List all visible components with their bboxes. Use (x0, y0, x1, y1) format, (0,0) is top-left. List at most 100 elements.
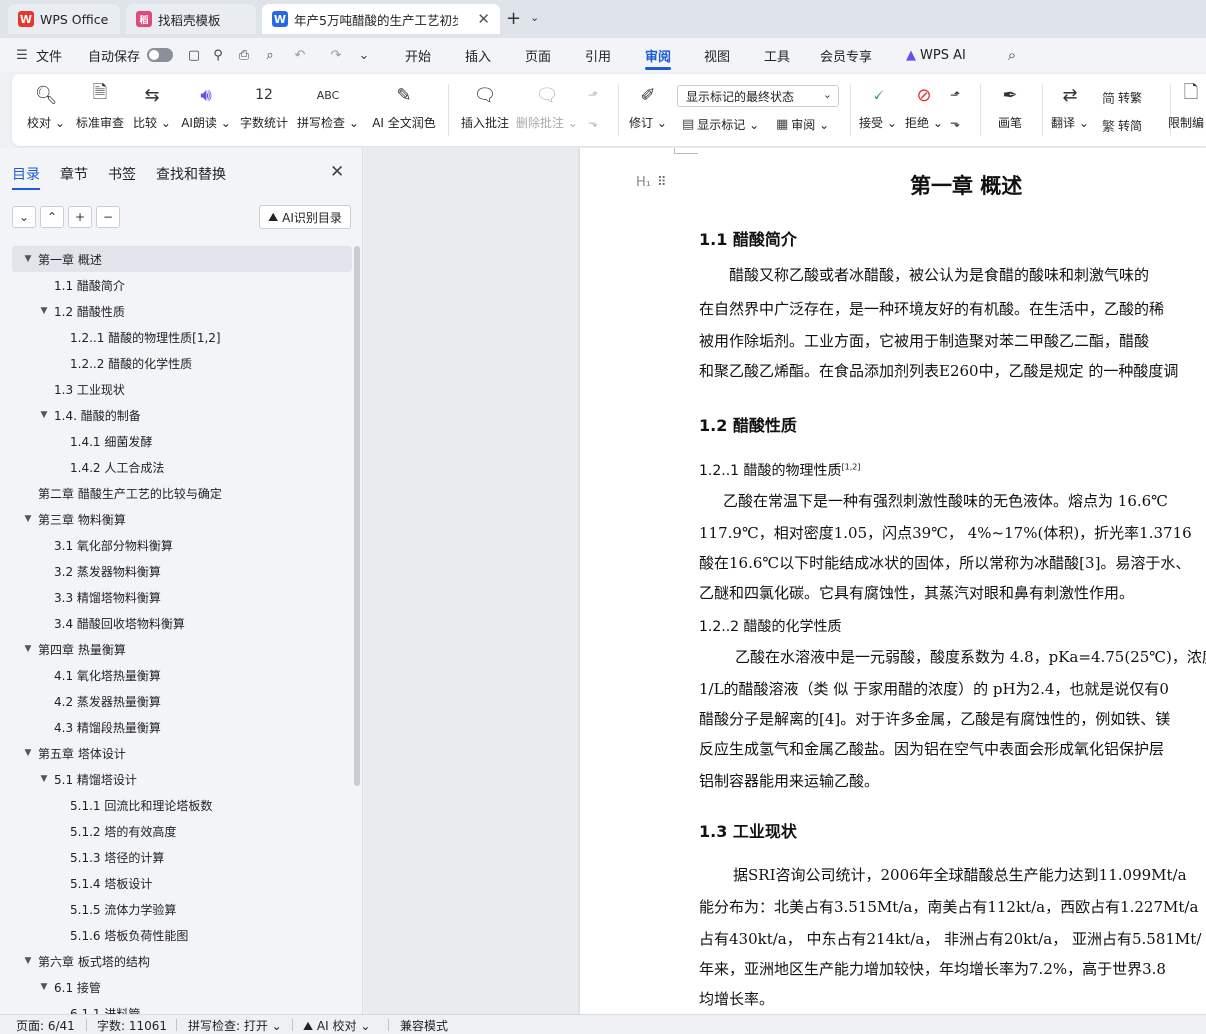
ai-proof-status[interactable]: ⛰ AI 校对 ⌄ (303, 1017, 370, 1034)
toc-item[interactable]: 4.1 氧化塔热量衡算 (12, 662, 352, 688)
pen-button[interactable]: ✒ 画笔 (978, 82, 1042, 140)
expand-toggle-icon[interactable]: ▼ (22, 514, 34, 524)
show-markup-button[interactable]: ▤ 显示标记 ⌄ (682, 116, 759, 133)
chevron-down-icon[interactable]: ⌄ (530, 11, 539, 24)
nav-tab-toc[interactable]: 目录 (12, 164, 40, 190)
toc-item[interactable]: 4.2 蒸发器热量衡算 (12, 688, 352, 714)
close-panel-icon[interactable]: ✕ (330, 162, 344, 182)
autosave-toggle[interactable] (147, 48, 173, 62)
to-traditional-button[interactable]: 简转繁 (1102, 88, 1142, 107)
tab-member[interactable]: 会员专享 (820, 38, 872, 72)
tab-insert[interactable]: 插入 (465, 38, 491, 72)
review-pane-button[interactable]: ▦ 审阅 ⌄ (776, 116, 829, 133)
insert-comment-button[interactable]: 🗨︎ 插入批注 (453, 82, 517, 140)
hamburger-menu-icon[interactable]: ☰ (14, 47, 30, 63)
ai-toc-button[interactable]: ⛰ AI识别目录 (259, 205, 351, 229)
spell-check-button[interactable]: ABC 拼写检查 ⌄ (296, 82, 360, 140)
expand-toggle-icon[interactable]: ▼ (22, 748, 34, 758)
expand-toggle-icon[interactable]: ▼ (38, 982, 50, 992)
restrict-edit-button[interactable]: 🗋 限制编 (1162, 82, 1206, 140)
delete-comment-button[interactable]: 🗨︎ 删除批注 ⌄ (515, 82, 579, 140)
expand-toggle-icon[interactable]: ▼ (38, 774, 50, 784)
tab-view[interactable]: 视图 (704, 38, 730, 72)
file-menu[interactable]: 文件 (36, 38, 62, 72)
close-tab-icon[interactable]: ✕ (469, 10, 490, 28)
toc-item[interactable]: 1.3 工业现状 (12, 376, 352, 402)
tab-wps-office[interactable]: W WPS Office (8, 4, 120, 34)
prev-comment-icon[interactable]: ⬏ (588, 88, 598, 102)
word-count-status[interactable]: 字数: 11061 (97, 1017, 167, 1034)
document-page[interactable]: H₁ ⠿ 第一章 概述 1.1 醋酸简介 醋酸又称乙酸或者冰醋酸，被公认为是食醋… (580, 148, 1206, 1014)
tab-tools[interactable]: 工具 (764, 38, 790, 72)
toc-item[interactable]: 5.1.5 流体力学验算 (12, 896, 352, 922)
toc-item[interactable]: 5.1.1 回流比和理论塔板数 (12, 792, 352, 818)
print-preview-icon[interactable]: ⌕ (262, 47, 278, 63)
revise-button[interactable]: ✐ 修订 ⌄ (616, 82, 680, 140)
toc-item[interactable]: ▼ 第四章 热量衡算 (12, 636, 352, 662)
spell-check-status[interactable]: 拼写检查: 打开 ⌄ (188, 1017, 282, 1034)
ai-read-button[interactable]: 🔊︎ AI朗读 ⌄ (174, 82, 238, 140)
toc-item[interactable]: 3.1 氧化部分物料衡算 (12, 532, 352, 558)
expand-toggle-icon[interactable]: ▼ (38, 306, 50, 316)
expand-down-icon[interactable]: ⌄ (12, 206, 36, 228)
reject-button[interactable]: ⊘ 拒绝 ⌄ (892, 82, 956, 140)
tab-review[interactable]: 审阅 (645, 38, 672, 72)
toc-item[interactable]: 5.1.6 塔板负荷性能图 (12, 922, 352, 948)
toc-item[interactable]: ▼ 1.2 醋酸性质 (12, 298, 352, 324)
expand-toggle-icon[interactable]: ▼ (22, 956, 34, 966)
toc-item[interactable]: 3.2 蒸发器物料衡算 (12, 558, 352, 584)
toc-item[interactable]: ▼ 第三章 物料衡算 (12, 506, 352, 532)
tab-template[interactable]: 稻 找稻壳模板 (126, 4, 256, 34)
toc-item[interactable]: 1.4.2 人工合成法 (12, 454, 352, 480)
save-icon[interactable]: ▢ (186, 47, 202, 63)
toc-item[interactable]: ▼ 6.1 接管 (12, 974, 352, 1000)
toc-item[interactable]: 3.4 醋酸回收塔物料衡算 (12, 610, 352, 636)
add-heading-icon[interactable]: + (68, 206, 92, 228)
remove-heading-icon[interactable]: − (96, 206, 120, 228)
toc-item[interactable]: 1.1 醋酸简介 (12, 272, 352, 298)
toc-item[interactable]: ▼ 第六章 板式塔的结构 (12, 948, 352, 974)
toc-item[interactable]: 1.4.1 细菌发酵 (12, 428, 352, 454)
markup-state-select[interactable]: 显示标记的最终状态 ⌄ (677, 85, 839, 107)
print-icon[interactable]: ⎙ (236, 47, 252, 63)
expand-toggle-icon[interactable]: ▼ (22, 254, 34, 264)
prev-change-icon[interactable]: ⬏ (950, 88, 960, 102)
tab-references[interactable]: 引用 (585, 38, 611, 72)
nav-tab-bookmarks[interactable]: 书签 (108, 164, 136, 184)
toc-item[interactable]: 4.3 精馏段热量衡算 (12, 714, 352, 740)
toc-item[interactable]: 1.2..1 醋酸的物理性质[1,2] (12, 324, 352, 350)
toc-item[interactable]: ▼ 1.4. 醋酸的制备 (12, 402, 352, 428)
expand-toggle-icon[interactable]: ▼ (22, 644, 34, 654)
next-comment-icon[interactable]: ⬎ (588, 116, 598, 130)
expand-toggle-icon[interactable]: ▼ (38, 410, 50, 420)
chevron-down-icon[interactable]: ⌄ (356, 47, 372, 63)
toc-item[interactable]: 第二章 醋酸生产工艺的比较与确定 (12, 480, 352, 506)
word-count-button[interactable]: 12 字数统计 (232, 82, 296, 140)
toc-item[interactable]: ▼ 5.1 精馏塔设计 (12, 766, 352, 792)
wps-ai-button[interactable]: ▲ WPS AI (906, 38, 966, 72)
search-icon[interactable]: ⌕ (1004, 46, 1020, 64)
toc-item[interactable]: 5.1.4 塔板设计 (12, 870, 352, 896)
translate-button[interactable]: ⇄ 翻译 ⌄ (1038, 82, 1102, 140)
drag-handle-icon[interactable]: ⠿ (657, 175, 667, 190)
nav-tab-find-replace[interactable]: 查找和替换 (156, 164, 226, 184)
toc-item[interactable]: 1.2..2 醋酸的化学性质 (12, 350, 352, 376)
new-tab-button[interactable]: + (506, 8, 521, 29)
share-icon[interactable]: ⚲ (210, 47, 226, 63)
toc-item[interactable]: 3.3 精馏塔物料衡算 (12, 584, 352, 610)
to-simplified-button[interactable]: 繁转简 (1102, 116, 1142, 135)
nav-tab-sections[interactable]: 章节 (60, 164, 88, 184)
toc-item[interactable]: 5.1.3 塔径的计算 (12, 844, 352, 870)
toc-item[interactable]: ▼ 第五章 塔体设计 (12, 740, 352, 766)
page-indicator[interactable]: 页面: 6/41 (16, 1017, 75, 1034)
toc-scrollbar[interactable] (354, 246, 360, 786)
ai-polish-button[interactable]: ✎ AI 全文润色 (368, 82, 440, 140)
next-change-icon[interactable]: ⬎ (950, 116, 960, 130)
tab-document[interactable]: W 年产5万吨醋酸的生产工艺初步 ✕ (262, 4, 500, 34)
toc-item[interactable]: 5.1.2 塔的有效高度 (12, 818, 352, 844)
collapse-up-icon[interactable]: ⌃ (40, 206, 64, 228)
tab-page[interactable]: 页面 (525, 38, 551, 72)
toc-item[interactable]: ▼ 第一章 概述 (12, 246, 352, 272)
redo-icon[interactable]: ↷ (328, 47, 344, 63)
undo-icon[interactable]: ↶ (292, 47, 308, 63)
